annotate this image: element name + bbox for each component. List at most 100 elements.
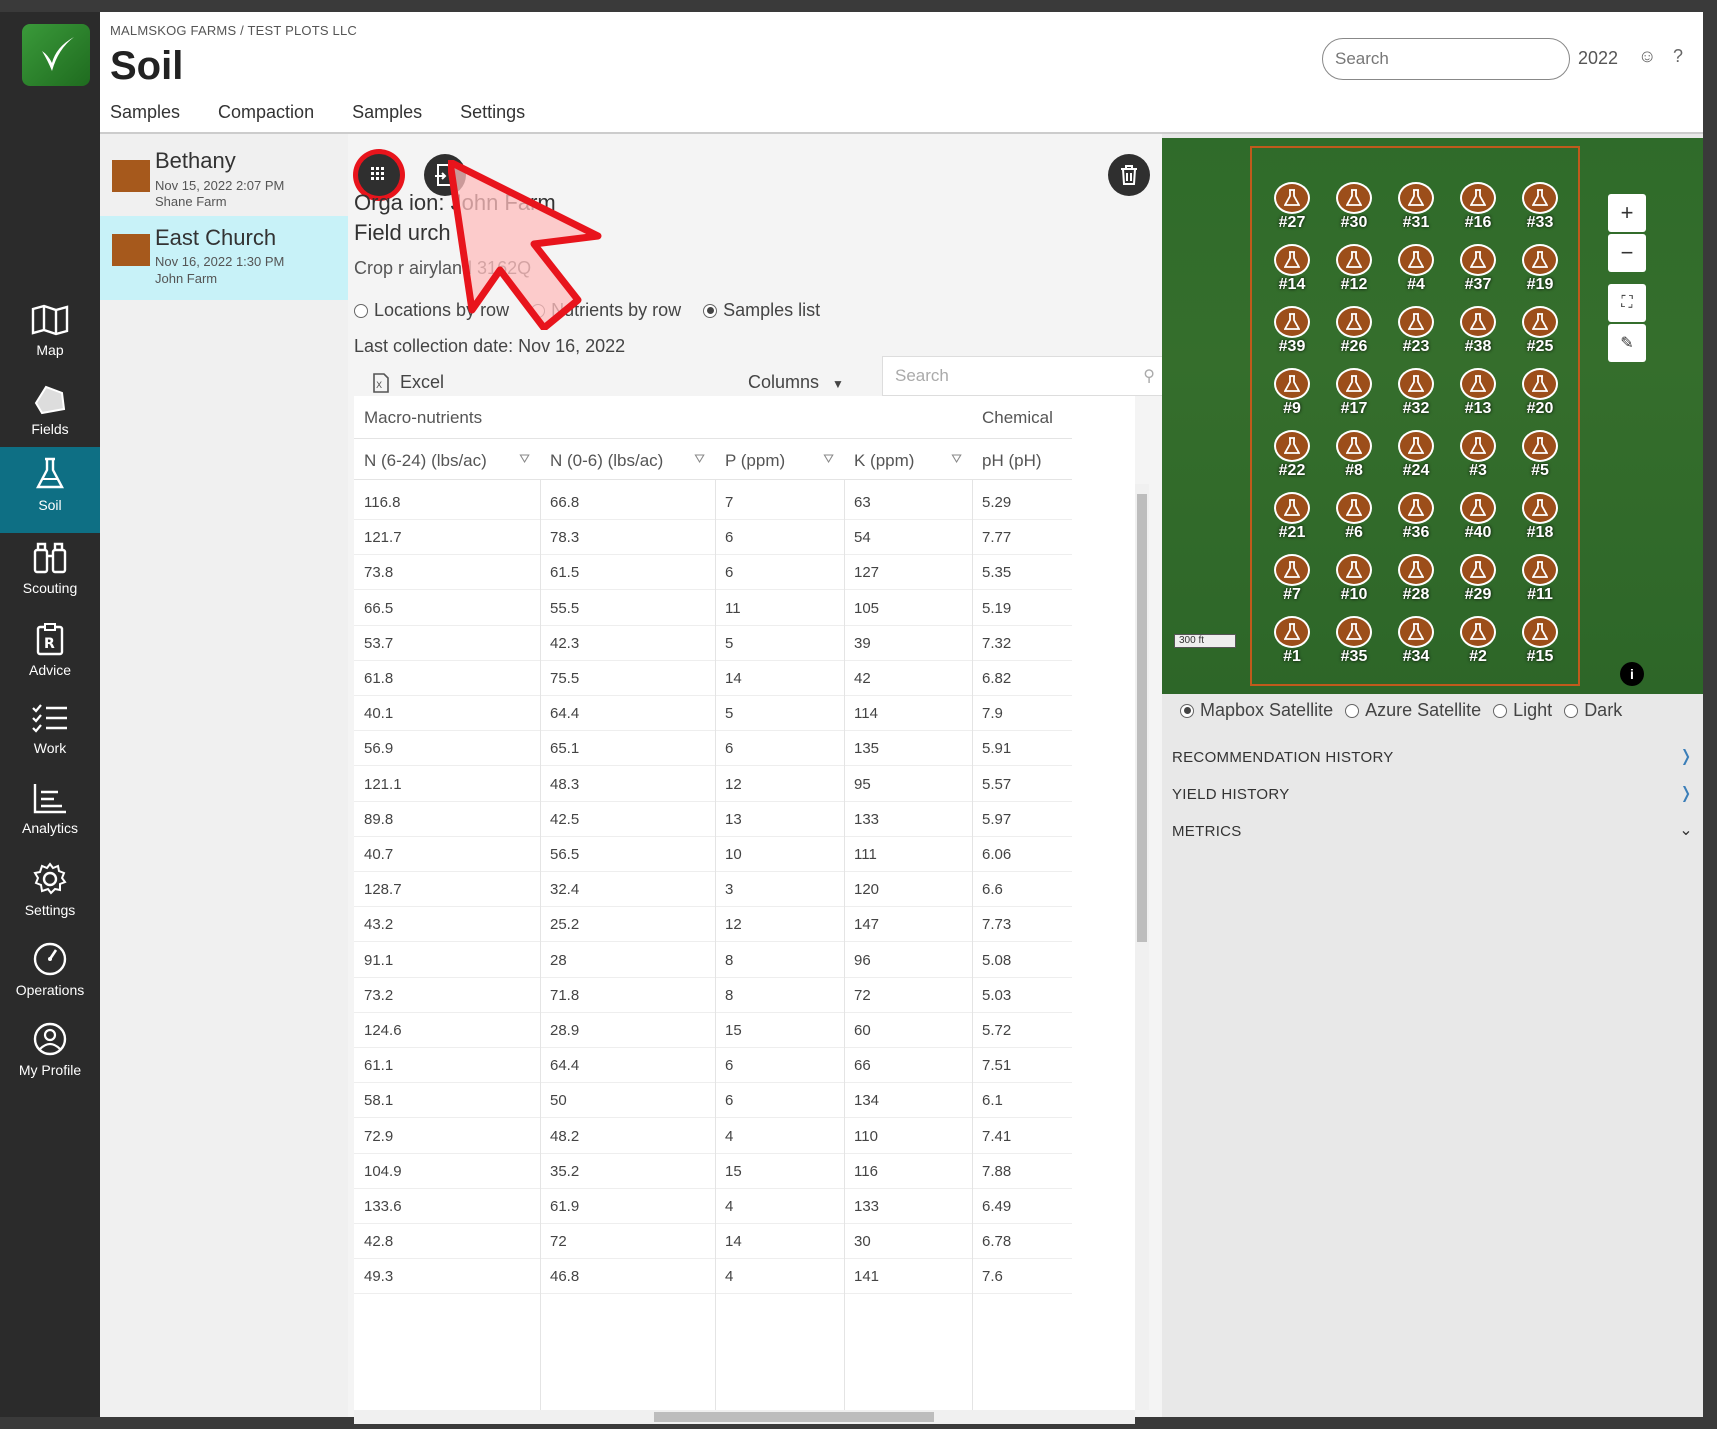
sample-marker[interactable]: #8 [1332,430,1376,480]
section-metrics[interactable]: METRICS ⌄ [1162,812,1703,849]
sample-marker[interactable]: #40 [1456,492,1500,542]
tab-samples[interactable]: Samples [110,102,180,136]
radio-circle[interactable] [1345,703,1360,718]
section-recommendation-history[interactable]: RECOMMENDATION HISTORY ❭ [1162,738,1703,775]
field-item-east-church[interactable]: East Church Nov 16, 2022 1:30 PM John Fa… [100,216,348,300]
sample-marker[interactable]: #21 [1270,492,1314,542]
sample-marker[interactable]: #36 [1394,492,1438,542]
sample-marker[interactable]: #37 [1456,244,1500,294]
sample-marker[interactable]: #22 [1270,430,1314,480]
filter-icon[interactable]: ⛛ [823,451,834,467]
field-item-bethany[interactable]: Bethany Nov 15, 2022 2:07 PM Shane Farm [100,138,348,222]
excel-export-button[interactable]: X Excel [372,372,444,393]
sample-marker[interactable]: #1 [1270,616,1314,666]
sample-marker[interactable]: #14 [1270,244,1314,294]
year-selector[interactable]: 2022 [1578,48,1618,69]
sample-marker[interactable]: #28 [1394,554,1438,604]
select-area-button[interactable]: ⛶ [1608,284,1646,322]
radio-dark[interactable]: Dark [1564,700,1622,721]
sample-marker[interactable]: #11 [1518,554,1562,604]
sample-marker[interactable]: #17 [1332,368,1376,418]
sample-marker[interactable]: #4 [1394,244,1438,294]
breadcrumb[interactable]: MALMSKOG FARMS / TEST PLOTS LLC [110,23,357,38]
sample-marker[interactable]: #33 [1518,182,1562,232]
column-header[interactable]: N (0-6) (lbs/ac) ⛛ [540,438,715,480]
filter-icon[interactable]: ⛛ [951,451,962,467]
radio-circle[interactable] [354,303,368,318]
radio-light[interactable]: Light [1493,700,1552,721]
filter-icon[interactable]: ⛛ [519,451,530,467]
nav-item-my-profile[interactable]: My Profile [0,1012,100,1098]
radio-azure-satellite[interactable]: Azure Satellite [1345,700,1481,721]
tab-compaction[interactable]: Compaction [218,102,314,136]
info-icon[interactable]: i [1620,662,1644,686]
sample-marker[interactable]: #16 [1456,182,1500,232]
scrollbar-thumb[interactable] [654,1412,934,1422]
sample-marker[interactable]: #32 [1394,368,1438,418]
sample-marker[interactable]: #3 [1456,430,1500,480]
sample-marker[interactable]: #6 [1332,492,1376,542]
delete-button[interactable] [1108,154,1150,196]
nav-item-operations[interactable]: Operations [0,932,100,1018]
sample-marker[interactable]: #24 [1394,430,1438,480]
sample-marker[interactable]: #30 [1332,182,1376,232]
columns-dropdown[interactable]: Columns ▼ [748,372,844,393]
sample-marker[interactable]: #2 [1456,616,1500,666]
column-header[interactable]: K (ppm) ⛛ [844,438,972,480]
column-header[interactable]: N (6-24) (lbs/ac) ⛛ [354,438,540,480]
sample-marker[interactable]: #12 [1332,244,1376,294]
nav-item-analytics[interactable]: Analytics [0,772,100,858]
table-vertical-scrollbar[interactable] [1135,484,1149,1410]
help-icon[interactable]: ? [1673,46,1683,67]
section-yield-history[interactable]: YIELD HISTORY ❭ [1162,775,1703,812]
radio-locations-by-row[interactable]: Locations by row [354,300,509,321]
column-header[interactable]: pH (pH) [972,438,1072,480]
sample-marker[interactable]: #34 [1394,616,1438,666]
zoom-out-button[interactable]: − [1608,234,1646,272]
tab-samples-active[interactable]: Samples [352,102,423,136]
sample-marker[interactable]: #38 [1456,306,1500,356]
sample-marker[interactable]: #23 [1394,306,1438,356]
nav-item-map[interactable]: Map [0,294,100,380]
sample-marker[interactable]: #13 [1456,368,1500,418]
radio-circle[interactable] [1564,703,1579,718]
sample-marker[interactable]: #25 [1518,306,1562,356]
nav-item-scouting[interactable]: Scouting [0,532,100,618]
column-header[interactable]: P (ppm) ⛛ [715,438,844,480]
sample-marker[interactable]: #7 [1270,554,1314,604]
table-search-input[interactable]: Search ⚲ [882,356,1168,396]
nav-item-work[interactable]: Work [0,692,100,778]
sample-marker[interactable]: #9 [1270,368,1314,418]
sample-marker[interactable]: #20 [1518,368,1562,418]
sample-marker[interactable]: #5 [1518,430,1562,480]
radio-circle[interactable] [531,303,546,318]
radio-samples-list[interactable]: Samples list [703,300,820,321]
table-horizontal-scrollbar[interactable] [354,1410,1135,1424]
nav-item-settings[interactable]: Settings [0,852,100,938]
sample-marker[interactable]: #19 [1518,244,1562,294]
radio-circle-selected[interactable] [1180,703,1194,718]
sample-marker[interactable]: #39 [1270,306,1314,356]
sample-marker[interactable]: #35 [1332,616,1376,666]
sample-marker[interactable]: #18 [1518,492,1562,542]
radio-circle[interactable] [1493,703,1508,718]
nav-item-advice[interactable]: R Advice [0,612,100,698]
draw-button[interactable]: ✎ [1608,324,1646,362]
tab-settings[interactable]: Settings [460,102,525,136]
sample-marker[interactable]: #15 [1518,616,1562,666]
sample-marker[interactable]: #31 [1394,182,1438,232]
radio-circle-selected[interactable] [703,303,718,318]
zoom-in-button[interactable]: + [1608,194,1646,232]
sample-marker[interactable]: #27 [1270,182,1314,232]
feedback-icon[interactable]: ☺ [1638,46,1656,67]
sample-marker[interactable]: #26 [1332,306,1376,356]
sample-marker[interactable]: #10 [1332,554,1376,604]
global-search-input[interactable]: Search [1322,38,1570,80]
radio-nutrients-by-row[interactable]: Nutrients by row [531,300,681,321]
scrollbar-thumb[interactable] [1137,494,1147,942]
app-logo[interactable] [22,24,90,86]
satellite-map[interactable]: #27 #30 #31 #16 #33 #14 #12 #4 #37 #19 #39 #26 #23 #3… [1162,138,1703,694]
sample-marker[interactable]: #29 [1456,554,1500,604]
nav-item-soil[interactable]: Soil [0,447,100,533]
radio-mapbox-satellite[interactable]: Mapbox Satellite [1180,700,1333,721]
